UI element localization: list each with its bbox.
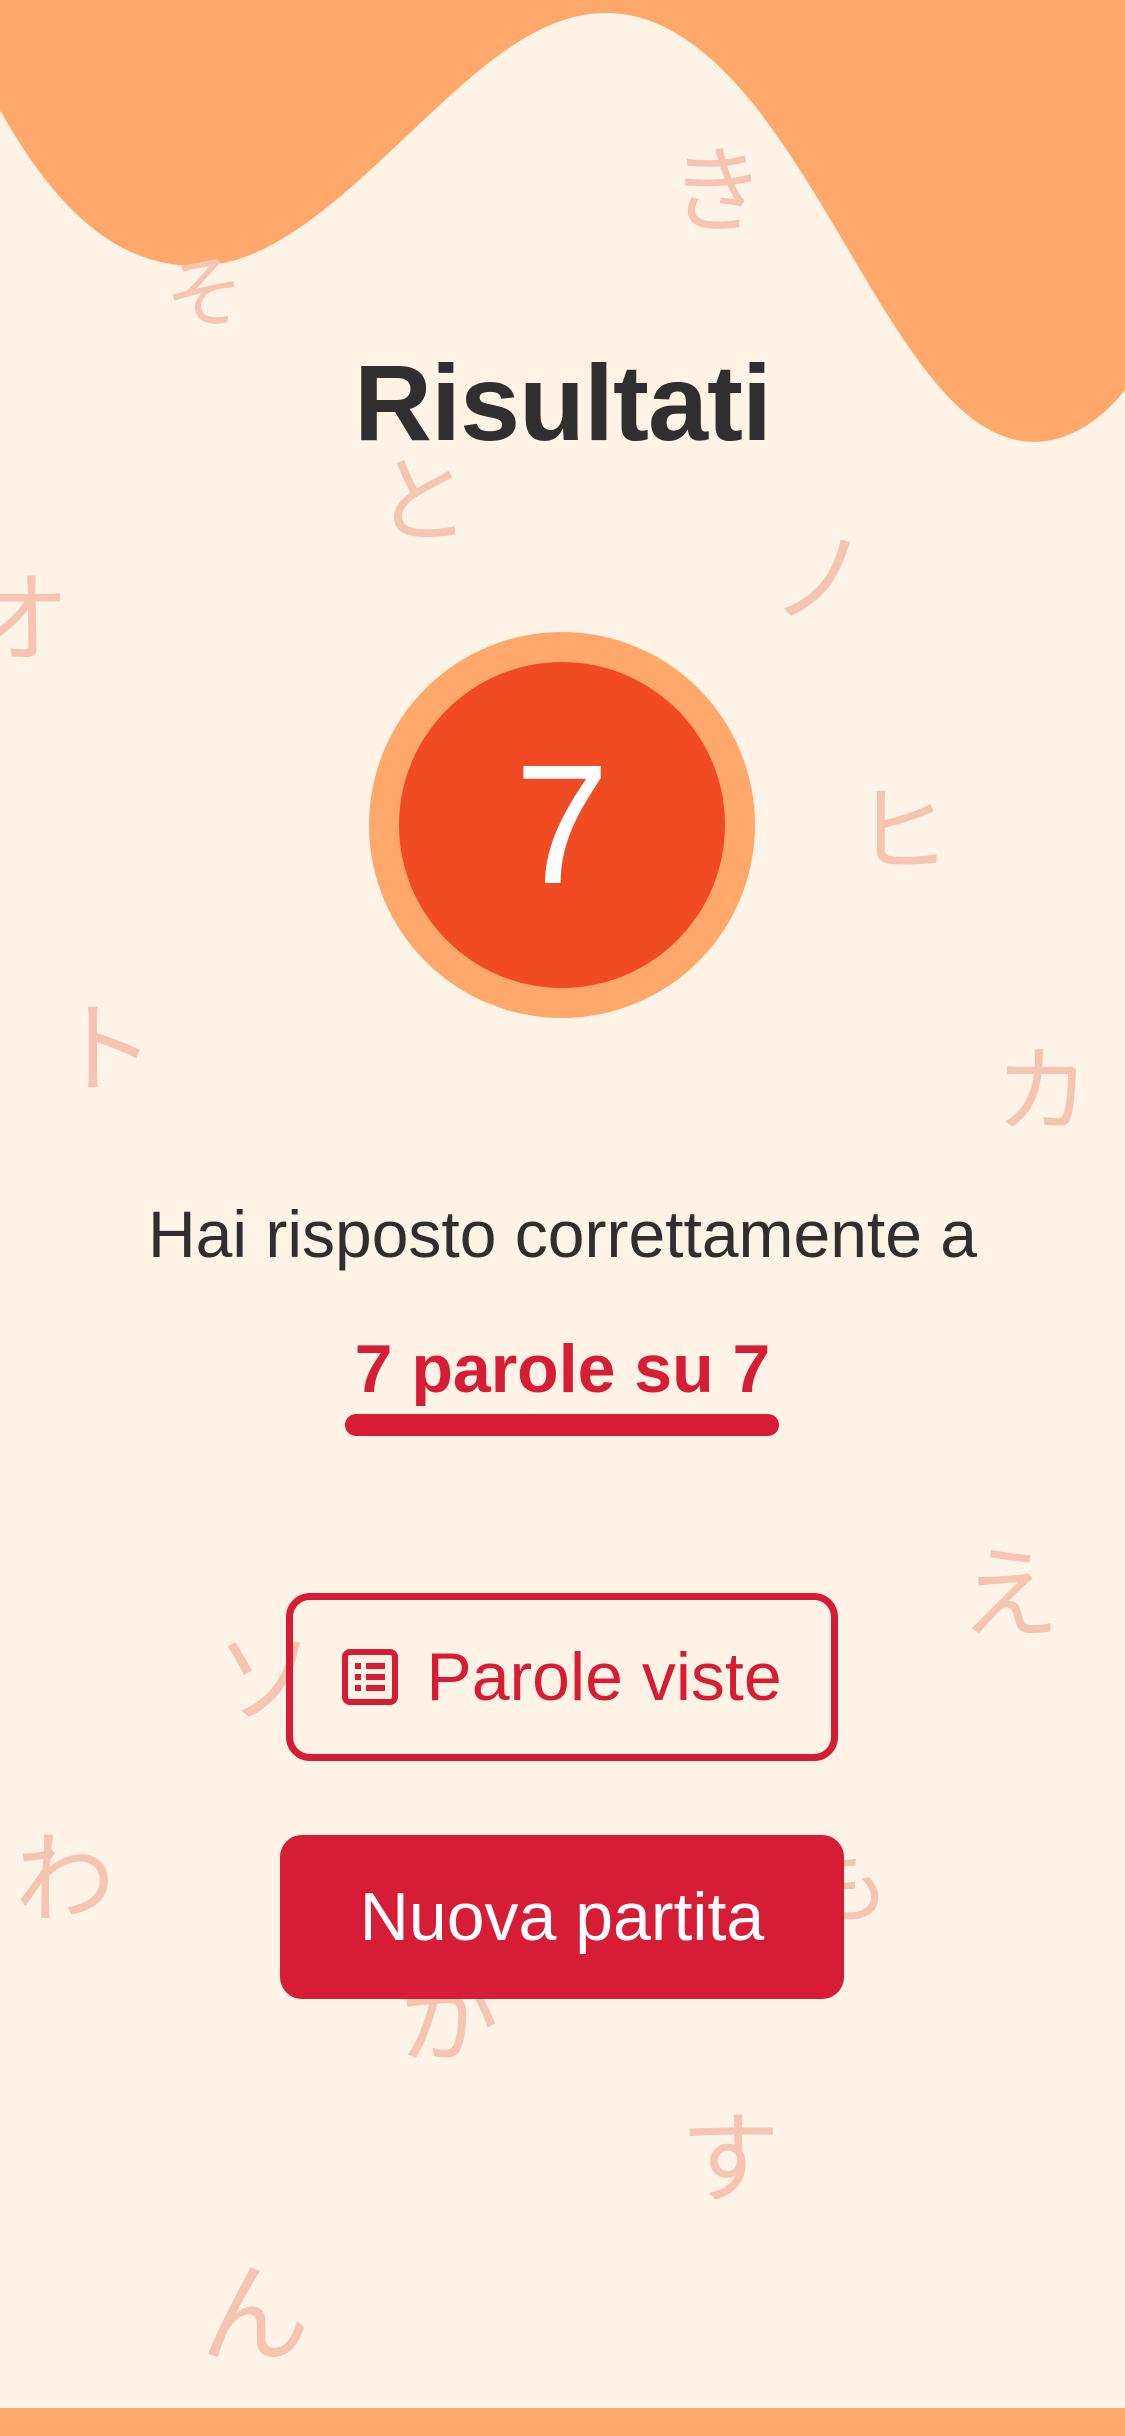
score-value: 7 [514,730,610,920]
kana-n: ん [200,2251,310,2379]
kana-ka: カ [995,1037,1091,1147]
page-title: Risultati [353,342,772,463]
score-circle: 7 [399,662,725,988]
result-underline [345,1414,779,1436]
kana-hi: ヒ [855,777,951,887]
kana-to: と [375,447,471,557]
kana-su: す [680,2101,780,2218]
kana-e: え [960,1536,1060,1653]
score-badge: 7 [369,632,755,1018]
seen-words-label: Parole viste [426,1639,782,1715]
results-screen: そ き と ノ オ ヒ ト カ え ソ わ も が す ん Risultati … [0,0,1125,2436]
bottom-decorative-bar [0,2408,1125,2436]
kana-so: そ [158,242,252,347]
seen-words-button[interactable]: Parole viste [286,1593,838,1761]
kana-to-katakana: ト [55,991,155,1108]
kana-wa: わ [15,1821,115,1938]
kana-ki: き [670,137,766,247]
result-score-text: 7 parole su 7 [354,1331,771,1407]
result-description: Hai risposto correttamente a [147,1197,978,1271]
new-game-button[interactable]: Nuova partita [280,1835,844,1999]
list-icon [342,1649,399,1705]
kana-o: オ [0,561,70,678]
new-game-label: Nuova partita [359,1879,765,1955]
kana-no: ノ [770,521,870,638]
